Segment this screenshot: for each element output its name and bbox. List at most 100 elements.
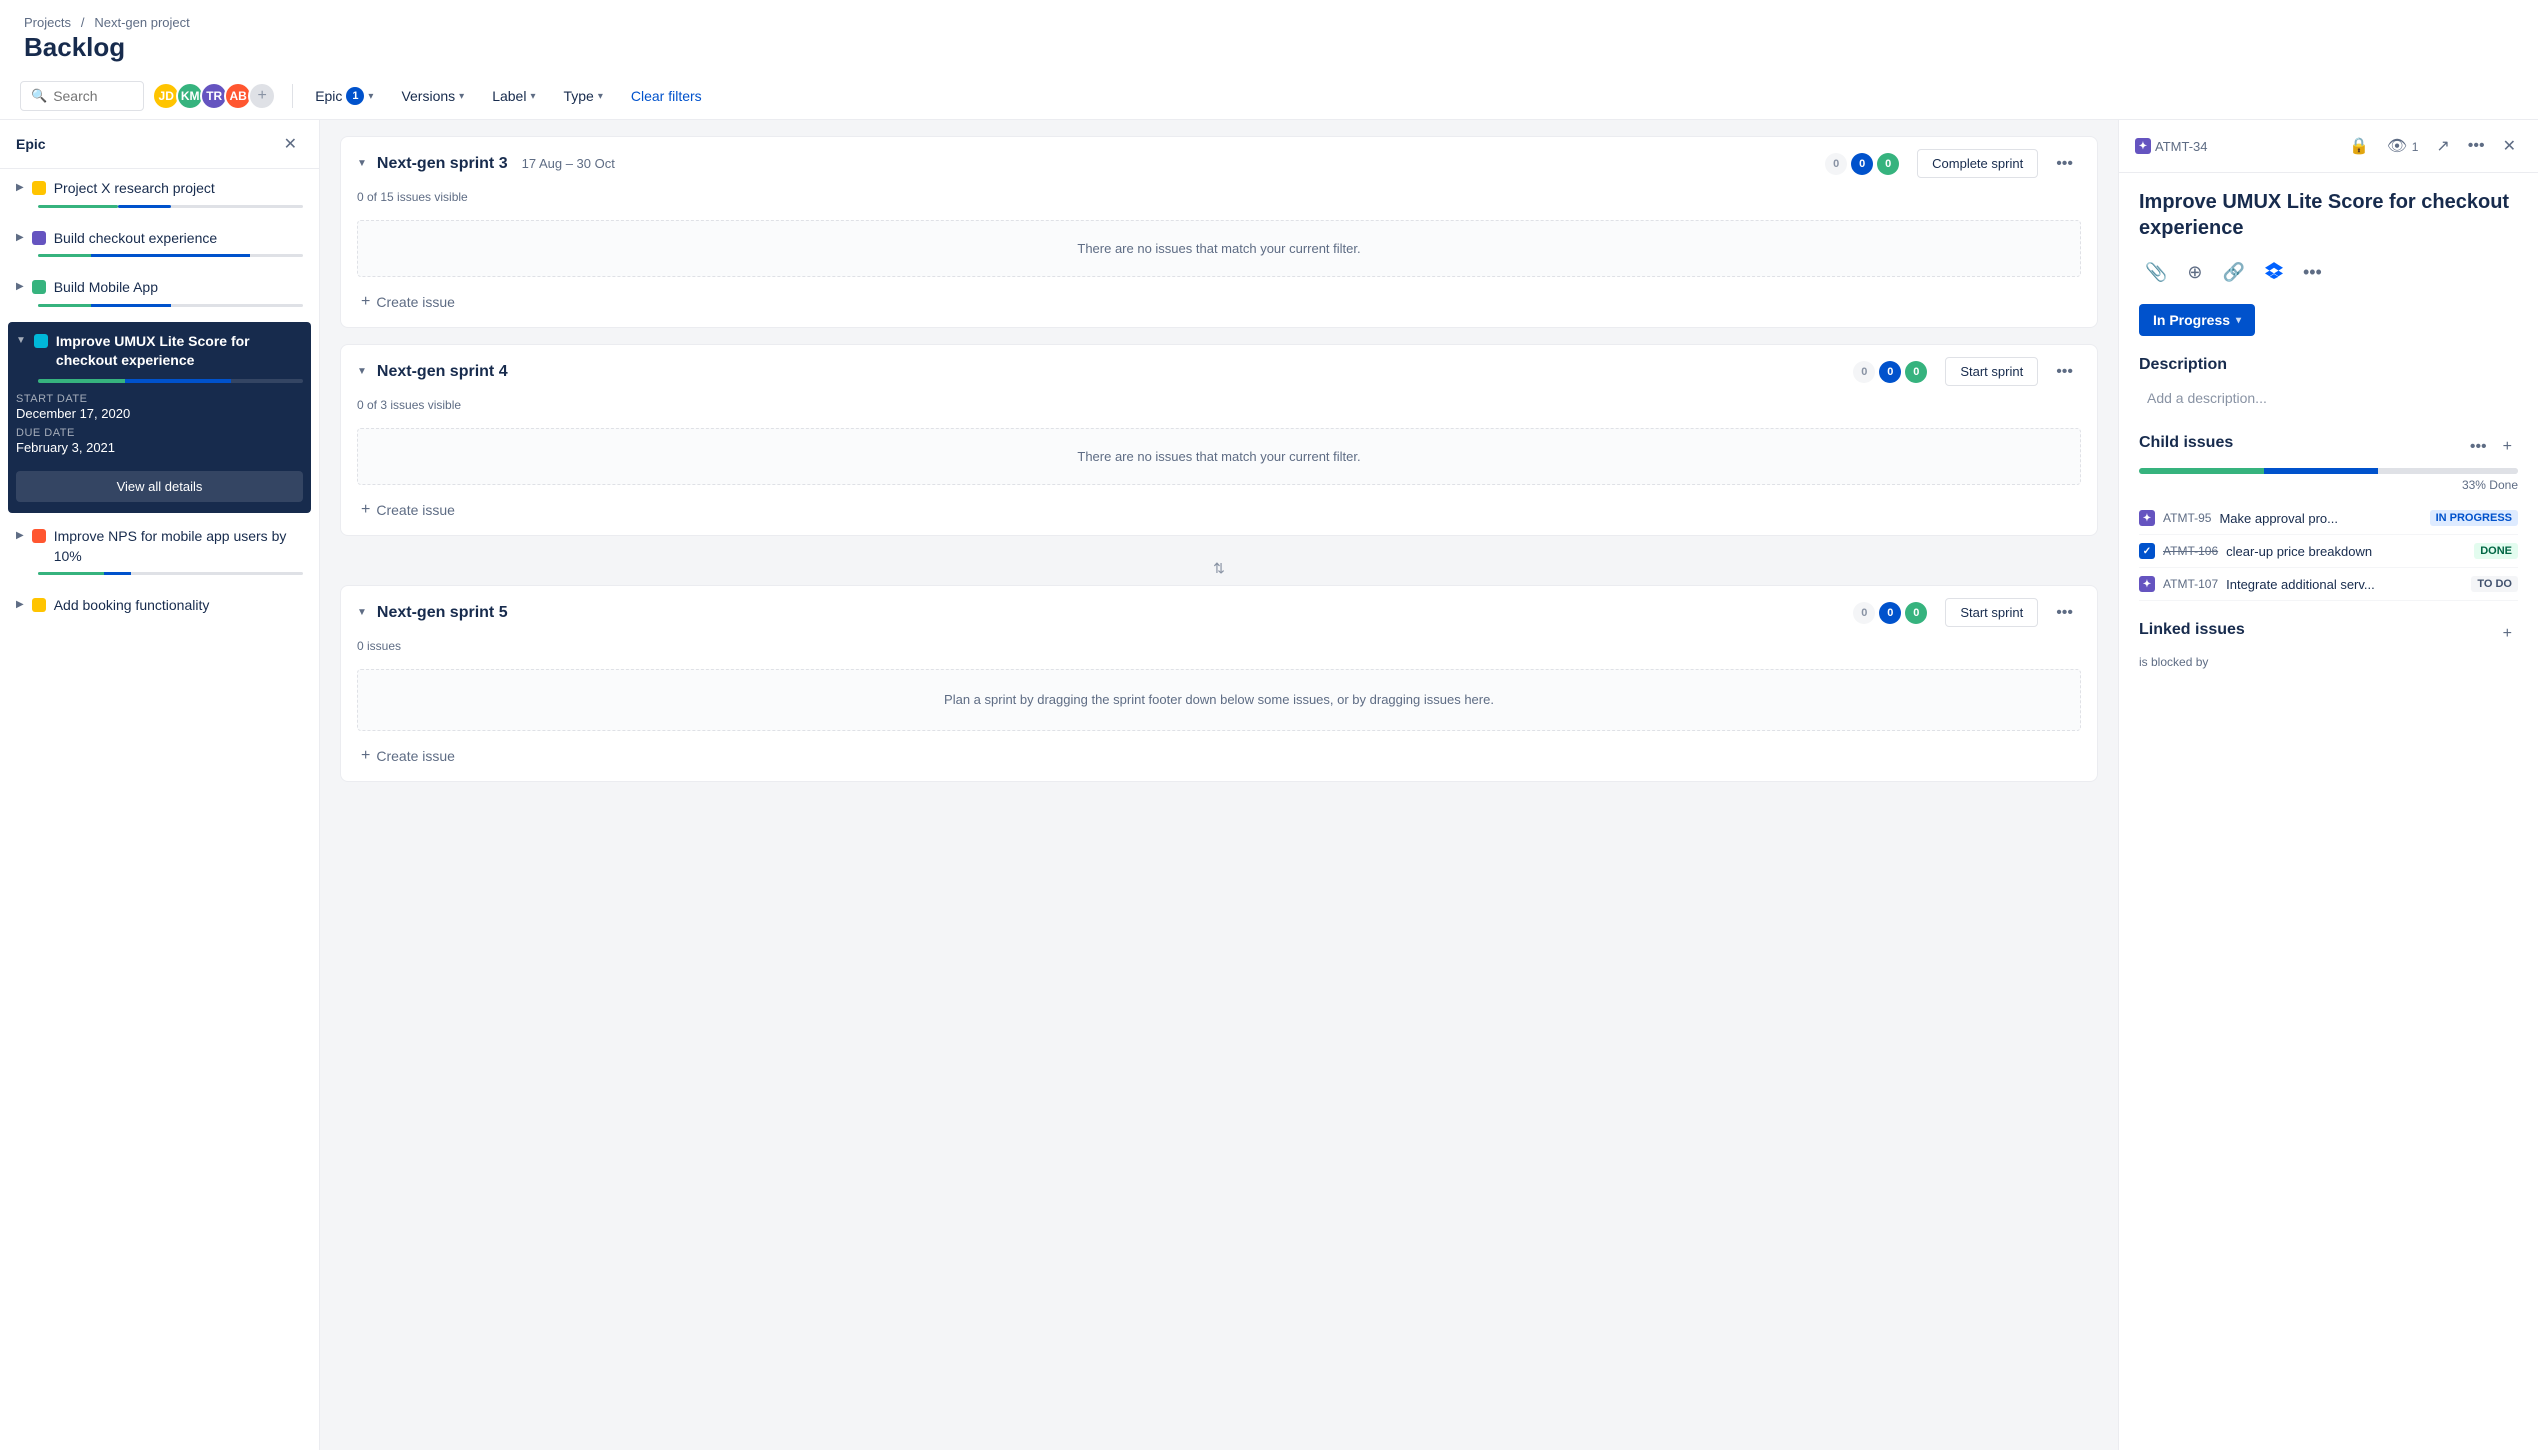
epic-progress-fill-green	[38, 379, 125, 383]
watch-icon-button[interactable]: 👁 1	[2381, 132, 2424, 160]
linked-issues-add-button[interactable]: +	[2497, 621, 2518, 647]
start-sprint-5-button[interactable]: Start sprint	[1945, 598, 2038, 627]
avatars-group: JD KM TR AB +	[152, 82, 276, 110]
epic-progress-fill-green	[38, 205, 118, 208]
epic-item-chevron-icon: ▶	[16, 281, 24, 292]
dropbox-icon-button[interactable]	[2259, 257, 2289, 288]
create-issue-plus-icon: +	[361, 747, 370, 765]
separator-icon: ⇅	[1213, 560, 1225, 577]
issue-type-symbol: ✦	[2139, 141, 2147, 152]
epic-item-checkout[interactable]: ▶ Build checkout experience	[0, 219, 319, 269]
child-issue-atmt106[interactable]: ✓ ATMT-106 clear-up price breakdown DONE	[2139, 535, 2518, 568]
sprint-5-title: Next-gen sprint 5	[377, 604, 508, 622]
panel-actions: 🔒 👁 1 ↗ ••• ✕	[2343, 132, 2522, 160]
complete-sprint-button[interactable]: Complete sprint	[1917, 149, 2038, 178]
child-progress-gray	[2378, 468, 2518, 474]
child-issue-atmt107[interactable]: ✦ ATMT-107 Integrate additional serv... …	[2139, 568, 2518, 601]
epic-item-label: Project X research project	[54, 179, 215, 199]
child-issue-atmt95[interactable]: ✦ ATMT-95 Make approval pro... IN PROGRE…	[2139, 502, 2518, 535]
sprint-4-more-button[interactable]: •••	[2048, 359, 2081, 385]
child-issue-title: Make approval pro...	[2219, 511, 2421, 526]
sprint-5-section: ▼ Next-gen sprint 5 0 0 0 Start sprint •…	[340, 585, 2098, 782]
epic-item-project-x[interactable]: ▶ Project X research project	[0, 169, 319, 219]
type-filter-chevron-icon: ▾	[598, 91, 603, 102]
epic-filter-button[interactable]: Epic 1 ▾	[305, 81, 383, 111]
clear-filters-button[interactable]: Clear filters	[621, 82, 712, 110]
create-issue-plus-icon: +	[361, 501, 370, 519]
epic-panel-title: Epic	[16, 136, 46, 152]
sprint-3-section: ▼ Next-gen sprint 3 17 Aug – 30 Oct 0 0 …	[340, 136, 2098, 328]
link-icon-button[interactable]: 🔗	[2217, 257, 2251, 288]
child-issues-section: Child issues ••• + 33% Done ✦	[2139, 434, 2518, 601]
start-sprint-4-button[interactable]: Start sprint	[1945, 357, 2038, 386]
sprint-3-header[interactable]: ▼ Next-gen sprint 3 17 Aug – 30 Oct 0 0 …	[341, 137, 2097, 190]
status-chevron-icon: ▾	[2236, 315, 2241, 326]
breadcrumb-current[interactable]: Next-gen project	[94, 15, 189, 30]
epic-progress-bar	[38, 572, 303, 575]
sprint-3-more-button[interactable]: •••	[2048, 151, 2081, 177]
epic-item-chevron-icon: ▶	[16, 232, 24, 243]
child-issue-status-badge: TO DO	[2471, 576, 2518, 592]
child-issue-status-badge: IN PROGRESS	[2430, 510, 2518, 526]
sprint-5-plan-msg: Plan a sprint by dragging the sprint foo…	[357, 669, 2081, 731]
more-options-button[interactable]: •••	[2462, 133, 2491, 159]
sprint-4-visible-text: 0 of 3 issues visible	[341, 398, 2097, 420]
description-placeholder[interactable]: Add a description...	[2139, 382, 2518, 414]
epic-item-umux[interactable]: ▼ Improve UMUX Lite Score for checkout e…	[8, 322, 311, 513]
breadcrumb: Projects / Next-gen project	[0, 0, 2538, 30]
sprint-3-count-zero: 0	[1825, 153, 1847, 175]
sprint-5-header[interactable]: ▼ Next-gen sprint 5 0 0 0 Start sprint •…	[341, 586, 2097, 639]
type-filter-button[interactable]: Type ▾	[553, 82, 612, 110]
avatar-add[interactable]: +	[248, 82, 276, 110]
breadcrumb-projects[interactable]: Projects	[24, 15, 71, 30]
search-box[interactable]: 🔍	[20, 81, 144, 111]
lock-icon-button[interactable]: 🔒	[2343, 132, 2375, 160]
child-issue-type-icon: ✓	[2139, 543, 2155, 559]
search-input[interactable]	[53, 88, 133, 104]
epic-item-booking[interactable]: ▶ Add booking functionality	[0, 586, 319, 627]
sprint-3-create-issue-button[interactable]: + Create issue	[357, 285, 459, 319]
epic-panel-close-button[interactable]: ✕	[278, 132, 303, 156]
epic-item-nps[interactable]: ▶ Improve NPS for mobile app users by 10…	[0, 517, 319, 586]
epic-progress-fill-blue	[118, 205, 171, 208]
view-all-details-button[interactable]: View all details	[16, 471, 303, 502]
create-issue-plus-icon: +	[361, 293, 370, 311]
right-panel-body: Improve UMUX Lite Score for checkout exp…	[2119, 173, 2538, 1450]
epic-color-indicator	[32, 280, 46, 294]
label-filter-button[interactable]: Label ▾	[482, 82, 545, 110]
paperclip-icon-button[interactable]: 📎	[2139, 257, 2173, 288]
epic-item-chevron-icon: ▶	[16, 182, 24, 193]
status-button[interactable]: In Progress ▾	[2139, 304, 2255, 336]
epic-item-mobile-app[interactable]: ▶ Build Mobile App	[0, 268, 319, 318]
child-issues-icon-button[interactable]: ⊕	[2181, 257, 2208, 288]
share-icon-button[interactable]: ↗	[2430, 132, 2455, 160]
epic-item-label: Build Mobile App	[54, 278, 158, 298]
child-issues-header: Child issues ••• +	[2139, 434, 2518, 460]
sprint-3-title: Next-gen sprint 3	[377, 155, 508, 173]
sprint-5-count-green: 0	[1905, 602, 1927, 624]
sprint-5-create-issue-button[interactable]: + Create issue	[357, 739, 459, 773]
sprint-4-header[interactable]: ▼ Next-gen sprint 4 0 0 0 Start sprint •…	[341, 345, 2097, 398]
issue-type-icon: ✦	[2135, 138, 2151, 154]
close-panel-button[interactable]: ✕	[2497, 132, 2522, 160]
type-filter-label: Type	[563, 88, 593, 104]
epic-item-chevron-icon: ▶	[16, 530, 24, 541]
child-issues-more-button[interactable]: •••	[2464, 434, 2493, 460]
child-issues-add-button[interactable]: +	[2497, 434, 2518, 460]
sprint-4-create-issue-button[interactable]: + Create issue	[357, 493, 459, 527]
sprint-3-body: There are no issues that match your curr…	[341, 212, 2097, 327]
sprint-5-more-button[interactable]: •••	[2048, 600, 2081, 626]
child-issue-status-badge: DONE	[2474, 543, 2518, 559]
sprint-4-count-zero: 0	[1853, 361, 1875, 383]
sprint-5-visible-text: 0 issues	[341, 639, 2097, 661]
epic-color-indicator	[32, 529, 46, 543]
more-attachments-button[interactable]: •••	[2297, 257, 2328, 288]
child-issue-id: ATMT-107	[2163, 577, 2218, 591]
epic-color-indicator	[34, 334, 48, 348]
sprint-3-no-issues-msg: There are no issues that match your curr…	[357, 220, 2081, 277]
versions-filter-button[interactable]: Versions ▾	[391, 82, 474, 110]
backlog-content: ▼ Next-gen sprint 3 17 Aug – 30 Oct 0 0 …	[320, 120, 2118, 1450]
epic-item-label: Add booking functionality	[54, 596, 210, 616]
child-issue-id: ATMT-95	[2163, 511, 2211, 525]
epic-color-indicator	[32, 181, 46, 195]
